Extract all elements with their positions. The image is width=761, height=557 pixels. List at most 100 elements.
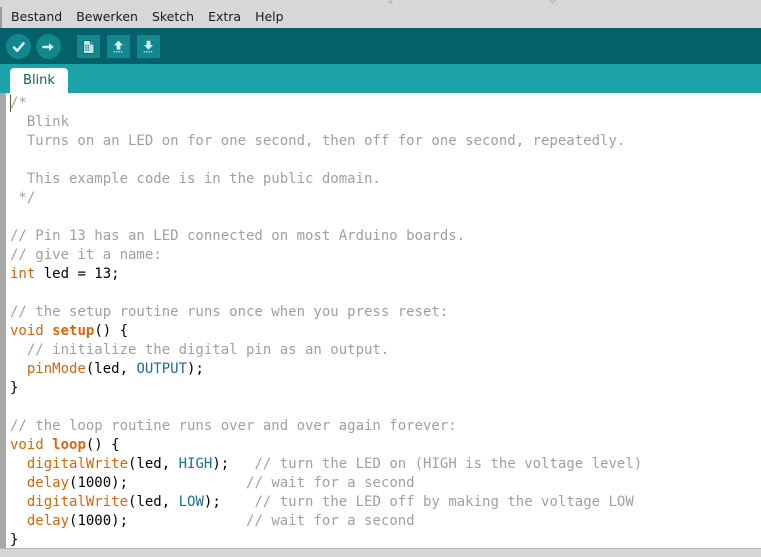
toolbar-button-verify[interactable] bbox=[4, 32, 32, 60]
code-token-cmt: // initialize the digital pin as an outp… bbox=[10, 342, 390, 358]
menu-item-bewerken[interactable]: Bewerken bbox=[69, 9, 145, 26]
code-token-pn: } bbox=[10, 532, 19, 548]
menu-bar: Bestand Bewerken Sketch Extra Help bbox=[0, 7, 761, 28]
code-token-cmt: // turn the LED off by making the voltag… bbox=[254, 494, 634, 510]
code-token-pn: led = 13; bbox=[35, 266, 120, 282]
code-token-pn: (led, bbox=[128, 494, 179, 510]
code-token-bi: digitalWrite bbox=[26, 456, 129, 472]
toolbar-button-upload[interactable] bbox=[34, 32, 62, 60]
code-token-pn: () { bbox=[85, 437, 120, 453]
code-token-cmt: // turn the LED on (HIGH is the voltage … bbox=[254, 456, 643, 472]
code-line: delay(1000); // wait for a second bbox=[6, 512, 761, 531]
code-token-cmt: // the setup routine runs once when you … bbox=[10, 304, 449, 320]
code-editor[interactable]: /* Blink Turns on an LED on for one seco… bbox=[6, 93, 761, 548]
code-token-cmt: // the loop routine runs over and over a… bbox=[10, 418, 457, 434]
tab-bar: Blink bbox=[0, 64, 761, 93]
code-token-cmt: // wait for a second bbox=[246, 513, 415, 529]
code-line: int led = 13; bbox=[6, 265, 761, 284]
new-document-icon bbox=[76, 34, 100, 58]
window-title-bar-sliver: ▯ ◇ bbox=[0, 0, 761, 7]
code-token-cmt: Turns on an LED on for one second, then … bbox=[10, 133, 626, 149]
code-token-kw: void bbox=[10, 323, 44, 339]
code-token-pn bbox=[44, 323, 52, 339]
menu-item-sketch[interactable]: Sketch bbox=[145, 9, 201, 26]
code-token-fn: setup bbox=[52, 323, 95, 339]
toolbar bbox=[0, 28, 761, 64]
code-token-fn: loop bbox=[52, 437, 86, 453]
arduino-ide-window: ▯ ◇ BestandBewerkenSketchExtraHelp Blink… bbox=[0, 0, 761, 557]
verify-checkmark-icon bbox=[5, 33, 31, 59]
code-line: delay(1000); // wait for a second bbox=[6, 474, 761, 493]
code-line: void setup() { bbox=[6, 322, 761, 341]
code-token-pn: ); bbox=[187, 361, 204, 377]
code-line: // the setup routine runs once when you … bbox=[6, 303, 761, 322]
menu-item-extra[interactable]: Extra bbox=[201, 9, 248, 26]
code-token-pn bbox=[10, 513, 27, 529]
code-token-cst: HIGH bbox=[178, 456, 213, 472]
code-token-cst: LOW bbox=[178, 494, 204, 510]
window-chrome-glyph-right: ◇ bbox=[549, 0, 556, 4]
upload-arrow-icon bbox=[35, 33, 61, 59]
text-caret bbox=[10, 95, 11, 112]
code-token-cmt: // give it a name: bbox=[10, 247, 162, 263]
code-token-pn: (1000); bbox=[69, 475, 247, 491]
code-token-kw: void bbox=[10, 437, 44, 453]
code-token-bi: pinMode bbox=[26, 361, 86, 377]
code-token-pn: } bbox=[10, 380, 19, 396]
code-token-cmt: /* bbox=[10, 95, 27, 111]
code-token-cmt: // wait for a second bbox=[246, 475, 415, 491]
code-line: Blink bbox=[6, 113, 761, 132]
code-token-cmt: // Pin 13 has an LED connected on most A… bbox=[10, 228, 466, 244]
code-token-pn bbox=[10, 361, 27, 377]
code-line: // the loop routine runs over and over a… bbox=[6, 417, 761, 436]
code-token-pn: (led, bbox=[85, 361, 137, 377]
save-download-icon bbox=[136, 34, 160, 58]
code-token-pn: (led, bbox=[128, 456, 179, 472]
code-line: void loop() { bbox=[6, 436, 761, 455]
code-line: } bbox=[6, 379, 761, 398]
code-line: // initialize the digital pin as an outp… bbox=[6, 341, 761, 360]
menu-item-bestand[interactable]: Bestand bbox=[4, 9, 69, 26]
editor-area: /* Blink Turns on an LED on for one seco… bbox=[0, 93, 761, 548]
code-token-cmt: Blink bbox=[10, 114, 70, 130]
tab-blink[interactable]: Blink bbox=[10, 68, 68, 93]
code-token-bi: delay bbox=[26, 475, 70, 491]
code-token-pn bbox=[10, 475, 27, 491]
code-token-pn bbox=[10, 456, 27, 472]
code-line: pinMode(led, OUTPUT); bbox=[6, 360, 761, 379]
code-token-pn: ); bbox=[203, 494, 255, 510]
toolbar-button-open[interactable] bbox=[104, 32, 132, 60]
code-line: } bbox=[6, 531, 761, 548]
code-line: This example code is in the public domai… bbox=[6, 170, 761, 189]
code-line: */ bbox=[6, 189, 761, 208]
code-token-cmt: This example code is in the public domai… bbox=[10, 171, 381, 187]
code-line: /* bbox=[6, 94, 761, 113]
code-line: Turns on an LED on for one second, then … bbox=[6, 132, 761, 151]
tab-label: Blink bbox=[23, 73, 55, 88]
code-line: // Pin 13 has an LED connected on most A… bbox=[6, 227, 761, 246]
code-token-pn: (1000); bbox=[69, 513, 247, 529]
code-token-bi: delay bbox=[26, 513, 70, 529]
code-token-bi: digitalWrite bbox=[26, 494, 129, 510]
code-line: digitalWrite(led, HIGH); // turn the LED… bbox=[6, 455, 761, 474]
menu-item-help[interactable]: Help bbox=[248, 9, 291, 26]
code-token-pn: ); bbox=[212, 456, 255, 472]
tab-bar-left-edge bbox=[0, 64, 10, 93]
code-line: digitalWrite(led, LOW); // turn the LED … bbox=[6, 493, 761, 512]
code-token-kw: int bbox=[10, 266, 36, 282]
code-token-pn: () { bbox=[94, 323, 129, 339]
toolbar-button-new[interactable] bbox=[74, 32, 102, 60]
code-token-cmt: */ bbox=[10, 190, 36, 206]
status-strip bbox=[0, 548, 761, 557]
code-token-pn bbox=[44, 437, 52, 453]
code-line: // give it a name: bbox=[6, 246, 761, 265]
window-chrome-glyph-left: ▯ bbox=[388, 0, 393, 4]
code-token-cst: OUTPUT bbox=[136, 361, 188, 377]
toolbar-button-save[interactable] bbox=[134, 32, 162, 60]
open-upload-icon bbox=[106, 34, 130, 58]
code-token-pn bbox=[10, 494, 27, 510]
